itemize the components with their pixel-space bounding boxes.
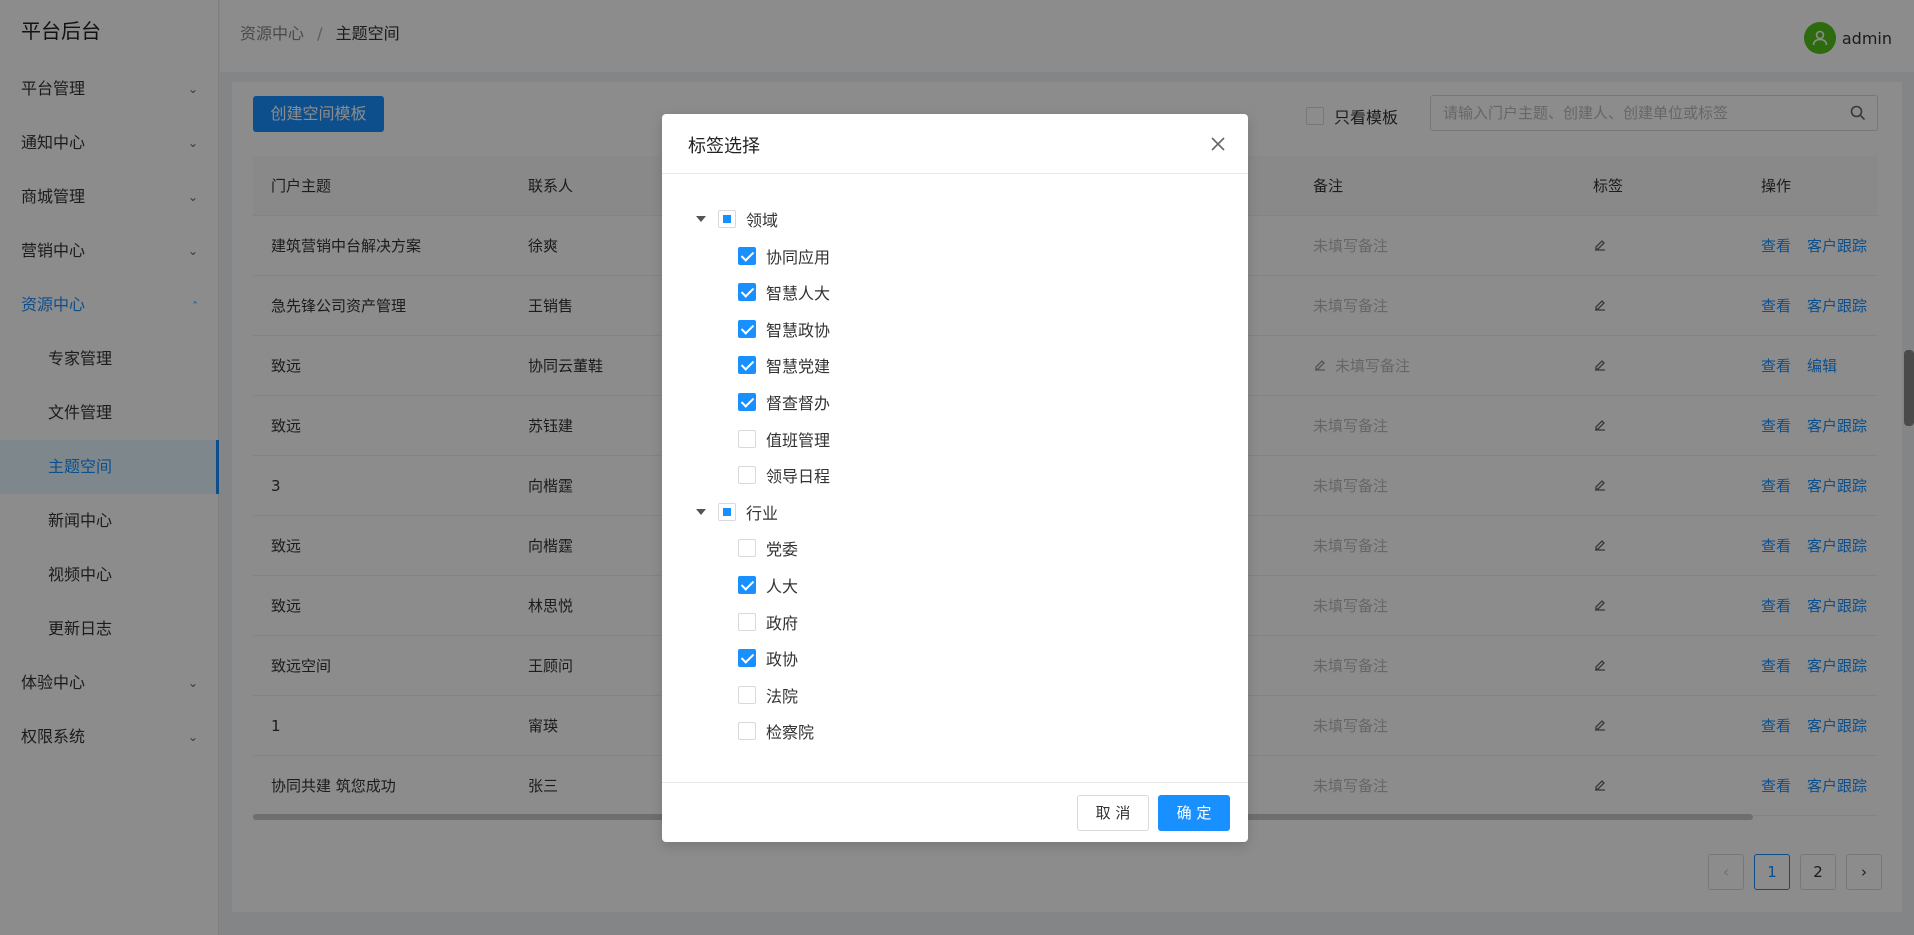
tree-node-label: 行业 (746, 503, 779, 523)
tree-checkbox[interactable] (738, 576, 756, 594)
tag-tree: 领域协同应用智慧人大智慧政协智慧党建督查督办值班管理领导日程行业党委人大政府政协… (662, 175, 1248, 781)
tree-checkbox[interactable] (738, 649, 756, 668)
tree-checkbox[interactable] (738, 246, 756, 265)
modal-title: 标签选择 (688, 136, 760, 157)
tree-node-leaf[interactable]: 智慧人大 (738, 274, 830, 310)
tree-checkbox[interactable] (738, 612, 756, 631)
tree-node-leaf[interactable]: 智慧政协 (738, 311, 830, 347)
tree-checkbox[interactable] (738, 319, 756, 338)
tree-node-label: 政府 (766, 613, 799, 633)
tree-node-leaf[interactable]: 智慧党建 (738, 347, 830, 383)
tree-node-leaf[interactable]: 领导日程 (738, 457, 830, 493)
tree-node-label: 领域 (746, 211, 779, 230)
modal-header: 标签选择 (662, 114, 1248, 174)
caret-down-icon[interactable] (696, 508, 706, 515)
tree-checkbox[interactable] (718, 210, 736, 228)
tree-node-group[interactable]: 行业 (696, 494, 778, 530)
tree-node-label: 领导日程 (766, 467, 831, 487)
tree-node-label: 值班管理 (766, 430, 831, 450)
tree-node-leaf[interactable]: 协同应用 (738, 238, 830, 274)
tree-node-leaf[interactable]: 检察院 (738, 713, 814, 749)
tree-node-label: 法院 (766, 686, 799, 706)
caret-down-icon[interactable] (696, 216, 706, 222)
tree-checkbox[interactable] (738, 539, 756, 558)
tree-checkbox[interactable] (738, 356, 756, 375)
modal-footer: 取 消 确 定 (662, 782, 1248, 842)
tree-node-label: 人大 (766, 577, 799, 596)
tree-node-label: 智慧政协 (766, 320, 831, 340)
tree-node-label: 智慧人大 (766, 284, 831, 304)
tree-node-leaf[interactable]: 政协 (738, 640, 798, 676)
close-icon[interactable] (1208, 134, 1228, 154)
tree-checkbox[interactable] (738, 393, 756, 411)
tree-node-label: 检察院 (766, 723, 815, 743)
tree-node-label: 智慧党建 (766, 357, 831, 377)
confirm-button[interactable]: 确 定 (1158, 795, 1230, 831)
tree-node-leaf[interactable]: 政府 (738, 604, 798, 640)
tree-node-label: 督查督办 (766, 394, 831, 413)
tree-checkbox[interactable] (718, 502, 736, 521)
tree-checkbox[interactable] (738, 466, 756, 485)
tree-node-leaf[interactable]: 值班管理 (738, 421, 830, 457)
cancel-button[interactable]: 取 消 (1077, 795, 1149, 831)
tag-select-modal: 标签选择 领域协同应用智慧人大智慧政协智慧党建督查督办值班管理领导日程行业党委人… (662, 114, 1248, 842)
tree-checkbox[interactable] (738, 722, 756, 741)
tree-node-leaf[interactable]: 督查督办 (738, 384, 830, 420)
tree-node-leaf[interactable]: 党委 (738, 530, 798, 566)
tree-checkbox[interactable] (738, 685, 756, 704)
tree-checkbox[interactable] (738, 429, 756, 448)
tree-node-label: 党委 (766, 540, 799, 560)
tree-node-label: 政协 (766, 650, 799, 670)
tree-node-leaf[interactable]: 法院 (738, 677, 798, 713)
tree-node-group[interactable]: 领域 (696, 201, 778, 237)
tree-node-label: 协同应用 (766, 247, 831, 267)
tree-checkbox[interactable] (738, 283, 756, 302)
tree-node-leaf[interactable]: 人大 (738, 567, 798, 603)
